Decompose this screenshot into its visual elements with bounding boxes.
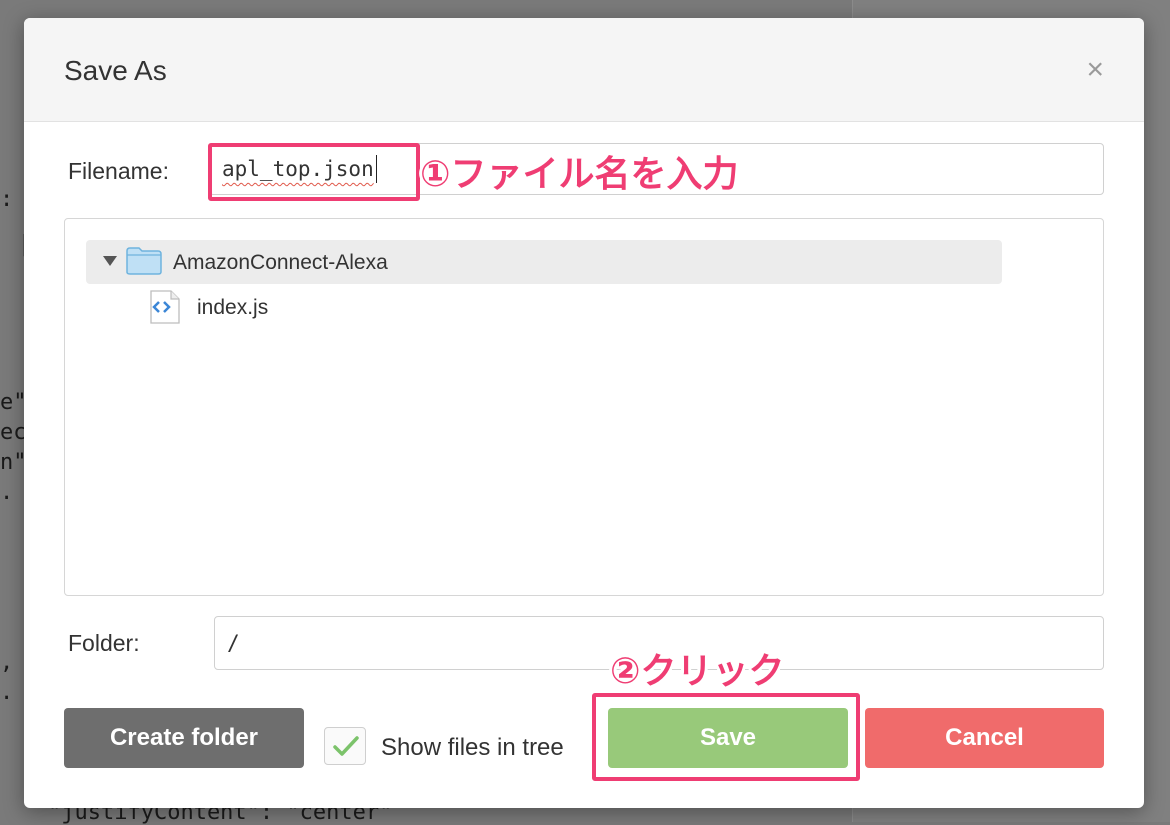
filename-label: Filename: bbox=[68, 158, 169, 184]
create-folder-button[interactable]: Create folder bbox=[64, 708, 304, 768]
tree-folder-name: AmazonConnect-Alexa bbox=[173, 251, 388, 274]
javascript-file-icon bbox=[150, 290, 180, 324]
folder-icon bbox=[126, 247, 162, 275]
file-tree[interactable]: AmazonConnect-Alexa index.js bbox=[64, 218, 1104, 596]
dialog-header: Save As × bbox=[24, 18, 1144, 122]
dialog-title: Save As bbox=[64, 55, 167, 86]
folder-label: Folder: bbox=[68, 630, 140, 656]
cancel-button[interactable]: Cancel bbox=[865, 708, 1104, 768]
save-as-dialog: Save As × Filename: apl_top.json AmazonC… bbox=[24, 18, 1144, 808]
expand-caret-icon[interactable] bbox=[103, 256, 117, 266]
show-files-checkbox[interactable] bbox=[324, 727, 366, 765]
tree-row-file[interactable]: index.js bbox=[86, 285, 1002, 329]
tree-row-folder[interactable]: AmazonConnect-Alexa bbox=[86, 240, 1002, 284]
filename-highlight-box bbox=[208, 143, 420, 201]
annotation-step2: ②クリック bbox=[610, 651, 785, 692]
save-highlight-box bbox=[592, 693, 860, 781]
checkmark-icon bbox=[333, 736, 359, 756]
show-files-label[interactable]: Show files in tree bbox=[381, 734, 564, 762]
annotation-step1: ①ファイル名を入力 bbox=[420, 154, 739, 195]
tree-file-name: index.js bbox=[197, 296, 269, 319]
folder-input-value: / bbox=[227, 631, 240, 655]
close-icon[interactable]: × bbox=[1086, 55, 1104, 85]
